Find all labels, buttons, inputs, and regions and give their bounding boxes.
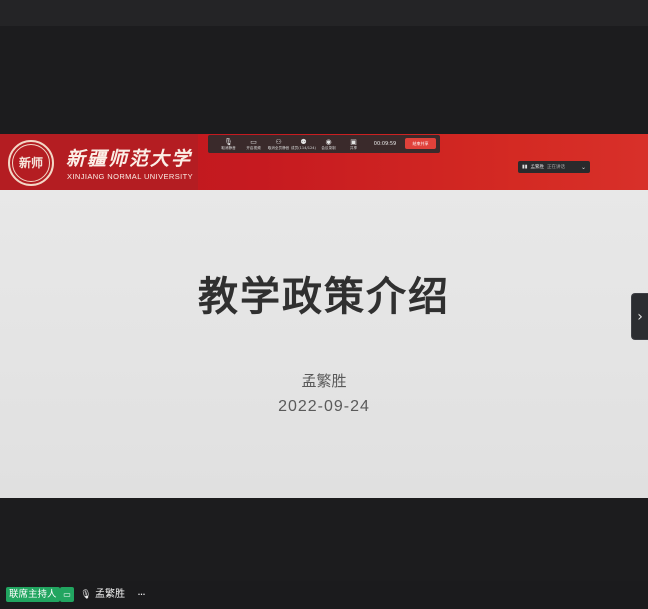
video-icon: ▭ [250, 138, 257, 146]
cohost-badge: 联席主持人 [6, 587, 60, 602]
start-video-label: 开启视频 [246, 146, 261, 150]
window-top-bar [0, 0, 648, 26]
shared-slide: 新师 新疆师范大学 XINJIANG NORMAL UNIVERSITY 🎙 取… [0, 134, 648, 498]
school-name-cn: 新疆师范大学 [66, 148, 193, 170]
participant-name: 孟繁胜 [95, 589, 125, 600]
unmute-all-button[interactable]: ⚇ 取消全员静音 [266, 136, 291, 152]
record-label: 会议录制 [321, 146, 336, 150]
next-panel-button[interactable]: › [631, 293, 648, 340]
speaker-status: 正在讲话 [547, 165, 566, 170]
share-label: 共享 [349, 146, 358, 150]
slide-banner: 新师 新疆师范大学 XINJIANG NORMAL UNIVERSITY 🎙 取… [0, 134, 648, 190]
end-share-button[interactable]: 结束共享 [405, 138, 436, 149]
share-button[interactable]: ▣ 共享 [341, 136, 366, 152]
record-icon: ◉ [325, 138, 332, 146]
slide-presenter: 孟繁胜 [301, 372, 347, 390]
mic-icon: 🎙 [224, 138, 233, 146]
members-label: 成员(114/124) [291, 146, 316, 150]
slide-title: 教学政策介绍 [198, 274, 450, 320]
speaker-name: 孟繁胜 [530, 165, 545, 170]
university-seal-icon: 新师 [8, 140, 54, 186]
unmute-all-label: 取消全员静音 [267, 146, 290, 150]
unmute-label: 取消静音 [221, 146, 236, 150]
audio-level-icon: ▮▮ [522, 164, 528, 170]
members-icon: ⚉ [300, 138, 307, 146]
share-icon: ▣ [350, 138, 357, 146]
members-button[interactable]: ⚉ 成员(114/124) [291, 136, 316, 152]
record-button[interactable]: ◉ 会议录制 [316, 136, 341, 152]
more-options-button[interactable]: ··· [132, 585, 150, 603]
chevron-down-icon: ⌄ [580, 163, 586, 171]
chat-bubble-icon[interactable]: ▭ [60, 587, 74, 602]
university-logo: 新师 新疆师范大学 XINJIANG NORMAL UNIVERSITY [0, 134, 198, 190]
unmute-button[interactable]: 🎙 取消静音 [216, 136, 241, 152]
start-video-button[interactable]: ▭ 开启视频 [241, 136, 266, 152]
school-name-en: XINJIANG NORMAL UNIVERSITY [67, 172, 193, 181]
meeting-toolbar: 🎙 取消静音 ▭ 开启视频 ⚇ 取消全员静音 ⚉ 成员(114/124) ◉ 会… [208, 135, 440, 153]
meeting-timer: 00:09:59 [373, 141, 397, 147]
muted-mic-icon[interactable]: 🎙 [80, 588, 92, 601]
speaker-indicator[interactable]: ▮▮ 孟繁胜 正在讲话 ⌄ [518, 161, 590, 173]
slide-date: 2022-09-24 [278, 398, 370, 415]
chevron-right-icon: › [637, 308, 643, 325]
mute-all-icon: ⚇ [275, 138, 282, 146]
participant-bar: 联席主持人 ▭ 🎙 孟繁胜 ··· [0, 581, 648, 609]
seal-text: 新师 [12, 144, 50, 182]
